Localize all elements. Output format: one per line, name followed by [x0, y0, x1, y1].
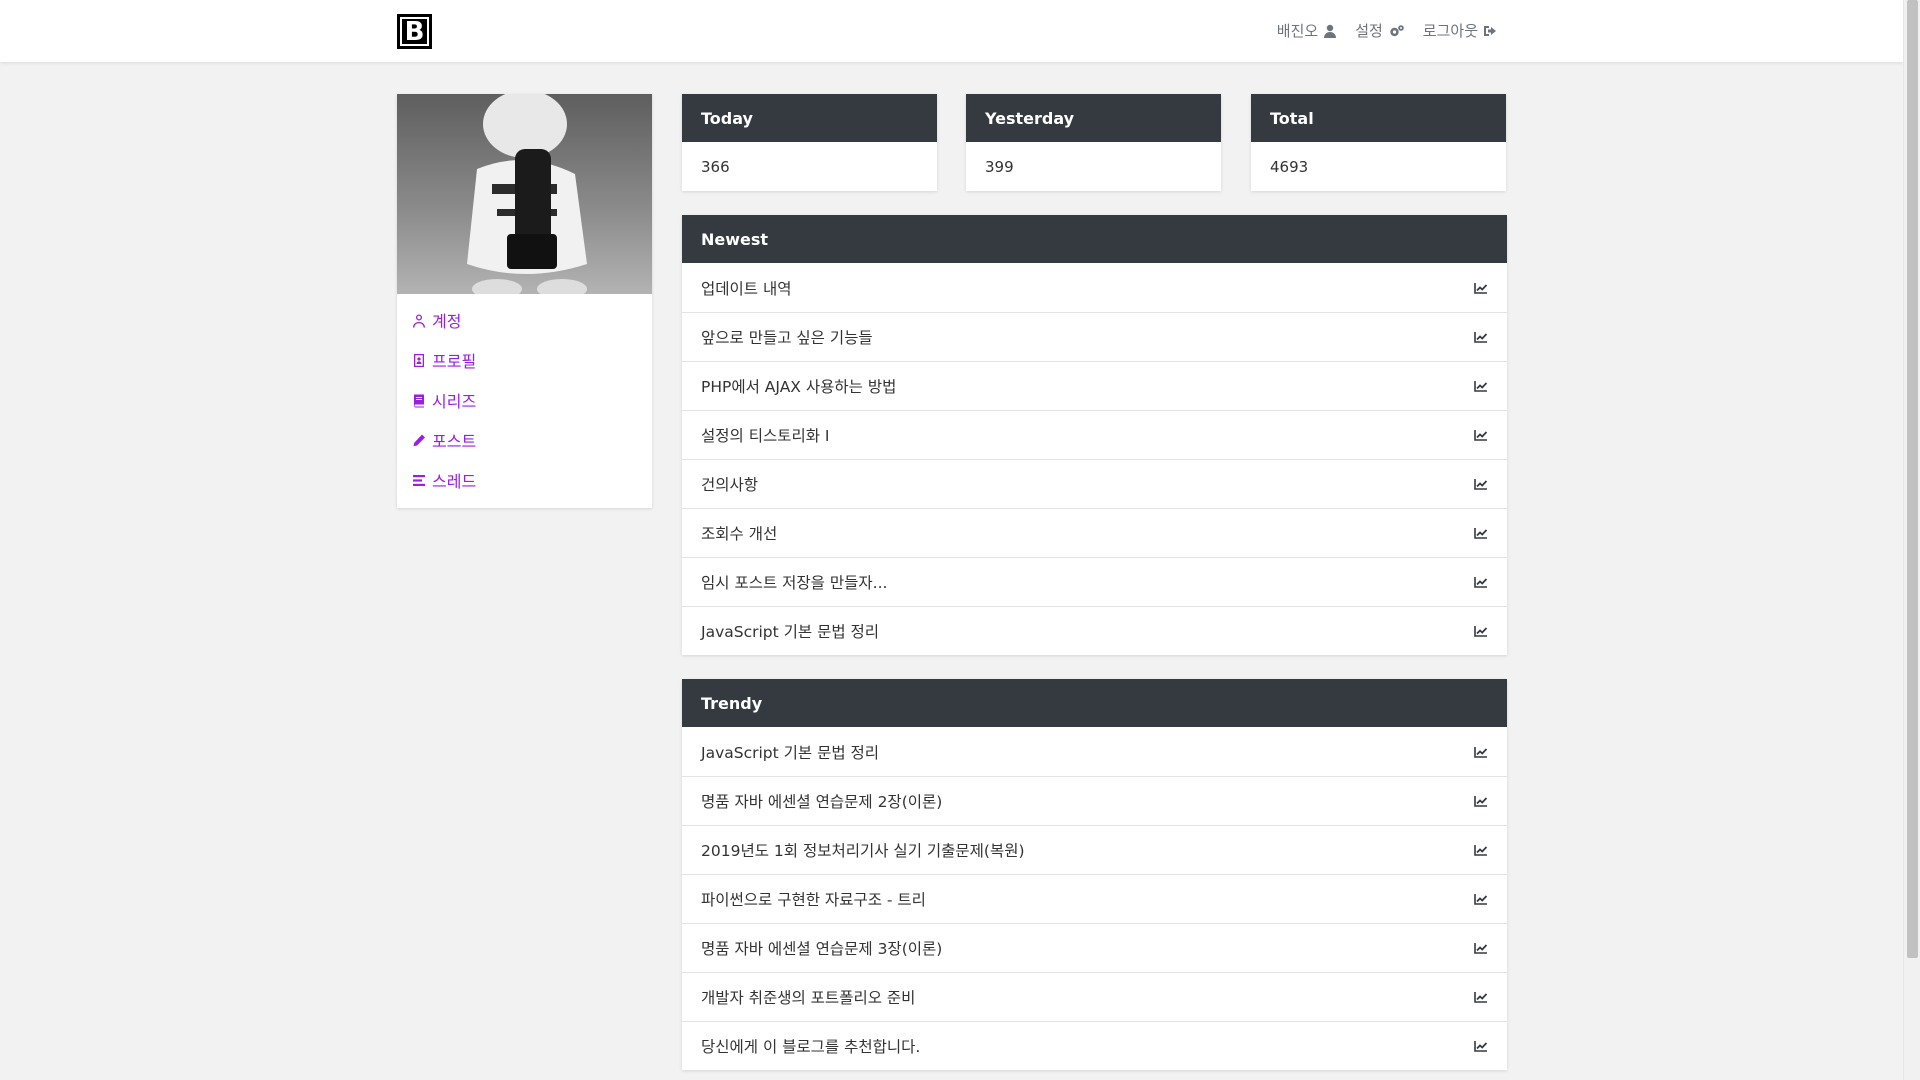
post-title: 건의사항 — [701, 476, 759, 494]
trendy-list: JavaScript 기본 문법 정리명품 자바 에센셜 연습문제 2장(이론)… — [682, 727, 1507, 1070]
id-card-icon — [414, 353, 424, 367]
stat-title: Today — [682, 94, 937, 142]
post-title: 업데이트 내역 — [701, 279, 792, 298]
stat-card-today: Today 366 — [682, 94, 937, 191]
stat-value: 399 — [985, 157, 1014, 176]
chart-line-icon — [1474, 479, 1488, 490]
list-item[interactable]: JavaScript 기본 문법 정리 — [682, 727, 1507, 776]
settings-label: 설정 — [1355, 22, 1383, 40]
post-title: 당신에게 이 블로그를 추천합니다. — [701, 1038, 921, 1056]
list-item[interactable]: 업데이트 내역 — [682, 263, 1507, 312]
chart-line-icon — [1474, 1041, 1488, 1052]
nav-right: 배진오 설정 로그아웃 — [1277, 20, 1497, 41]
stat-title: Yesterday — [966, 94, 1221, 142]
scrollbar-thumb[interactable] — [1907, 0, 1918, 958]
sidebar-item-label: 포스트 — [432, 432, 477, 451]
sidebar-item-profile[interactable]: 프로필 — [397, 340, 652, 380]
list-item[interactable]: 설정의 티스토리화 I — [682, 410, 1507, 459]
post-title: JavaScript 기본 문법 정리 — [701, 743, 880, 762]
sign-out-icon — [1484, 25, 1496, 36]
top-navbar: B 배진오 설정 로그아웃 — [0, 0, 1903, 62]
list-item[interactable]: 앞으로 만들고 싶은 기능들 — [682, 312, 1507, 361]
chart-line-icon — [1474, 943, 1488, 954]
post-title: 조회수 개선 — [701, 525, 778, 543]
list-item[interactable]: JavaScript 기본 문법 정리 — [682, 606, 1507, 655]
stat-value: 366 — [701, 157, 730, 176]
chart-line-icon — [1474, 626, 1488, 637]
list-item[interactable]: 당신에게 이 블로그를 추천합니다. — [682, 1021, 1507, 1070]
chart-line-icon — [1474, 845, 1488, 856]
sidebar-menu: 계정 프로필 시리즈 포스트 스레드 — [397, 294, 652, 508]
profile-photo — [397, 94, 652, 294]
logout-link[interactable]: 로그아웃 — [1423, 20, 1497, 41]
list-item[interactable]: 개발자 취준생의 포트폴리오 준비 — [682, 972, 1507, 1021]
post-title: 명품 자바 에센셜 연습문제 3장(이론) — [701, 940, 943, 958]
newest-panel: Newest 업데이트 내역앞으로 만들고 싶은 기능들 PHP에서 AJAX 사… — [682, 215, 1507, 655]
post-title: 파이썬으로 구현한 자료구조 - 트리 — [701, 891, 926, 909]
post-title: 설정의 티스토리화 I — [701, 427, 830, 445]
pencil-icon — [413, 434, 425, 446]
settings-link[interactable]: 설정 — [1355, 20, 1405, 41]
list-item[interactable]: 건의사항 — [682, 459, 1507, 508]
sidebar-item-thread[interactable]: 스레드 — [397, 460, 652, 500]
sidebar-item-account[interactable]: 계정 — [397, 300, 652, 340]
sidebar-item-series[interactable]: 시리즈 — [397, 380, 652, 420]
user-outline-icon — [413, 314, 425, 327]
stat-card-total: Total 4693 — [1251, 94, 1506, 191]
post-title: 개발자 취준생의 포트폴리오 준비 — [701, 989, 916, 1007]
trendy-panel: Trendy JavaScript 기본 문법 정리명품 자바 에센셜 연습문제… — [682, 679, 1507, 1070]
chart-line-icon — [1474, 381, 1488, 392]
chart-line-icon — [1474, 577, 1488, 588]
sidebar-item-post[interactable]: 포스트 — [397, 420, 652, 460]
book-icon — [413, 394, 424, 407]
chart-line-icon — [1474, 282, 1488, 294]
post-title: 2019년도 1회 정보처리기사 실기 기출문제(복원) — [701, 842, 1025, 860]
stat-card-yesterday: Yesterday 399 — [966, 94, 1221, 191]
sidebar-item-label: 계정 — [432, 312, 462, 331]
post-title: JavaScript 기본 문법 정리 — [701, 623, 880, 641]
sidebar: 계정 프로필 시리즈 포스트 스레드 — [397, 94, 652, 508]
chart-line-icon — [1474, 746, 1488, 758]
list-item[interactable]: 명품 자바 에센셜 연습문제 3장(이론) — [682, 923, 1507, 972]
list-item[interactable]: 명품 자바 에센셜 연습문제 2장(이론) — [682, 776, 1507, 825]
panel-title: Newest — [682, 215, 1507, 263]
post-title: 앞으로 만들고 싶은 기능들 — [701, 329, 873, 347]
list-icon — [413, 474, 425, 486]
chart-line-icon — [1474, 894, 1488, 905]
chart-line-icon — [1474, 992, 1488, 1003]
user-icon — [1324, 24, 1337, 38]
list-item[interactable]: 조회수 개선 — [682, 508, 1507, 557]
panel-title: Trendy — [682, 679, 1507, 727]
chart-line-icon — [1474, 332, 1488, 343]
sidebar-item-label: 스레드 — [432, 472, 477, 491]
list-item[interactable]: 임시 포스트 저장을 만들자... — [682, 557, 1507, 606]
stat-title: Total — [1251, 94, 1506, 142]
newest-list: 업데이트 내역앞으로 만들고 싶은 기능들 PHP에서 AJAX 사용하는 방법설… — [682, 263, 1507, 655]
user-name: 배진오 — [1276, 22, 1319, 40]
sidebar-item-label: 프로필 — [432, 352, 477, 371]
list-item[interactable]: 2019년도 1회 정보처리기사 실기 기출문제(복원) — [682, 825, 1507, 874]
post-title: 명품 자바 에센셜 연습문제 2장(이론) — [701, 793, 943, 811]
chart-line-icon — [1474, 796, 1488, 807]
page-scrollbar[interactable] — [1903, 0, 1920, 1080]
chart-line-icon — [1474, 430, 1488, 441]
sidebar-item-label: 시리즈 — [432, 392, 477, 411]
list-item[interactable]: 파이썬으로 구현한 자료구조 - 트리 — [682, 874, 1507, 923]
brand-logo[interactable]: B — [397, 14, 432, 49]
post-title: 임시 포스트 저장을 만들자... — [701, 574, 888, 592]
chart-line-icon — [1474, 528, 1488, 539]
post-title: PHP에서 AJAX 사용하는 방법 — [701, 378, 897, 396]
gears-icon — [1390, 24, 1404, 36]
user-menu-link[interactable]: 배진오 — [1277, 20, 1337, 41]
logout-label: 로그아웃 — [1422, 22, 1478, 40]
list-item[interactable]: PHP에서 AJAX 사용하는 방법 — [682, 361, 1507, 410]
stat-value: 4693 — [1270, 157, 1309, 176]
